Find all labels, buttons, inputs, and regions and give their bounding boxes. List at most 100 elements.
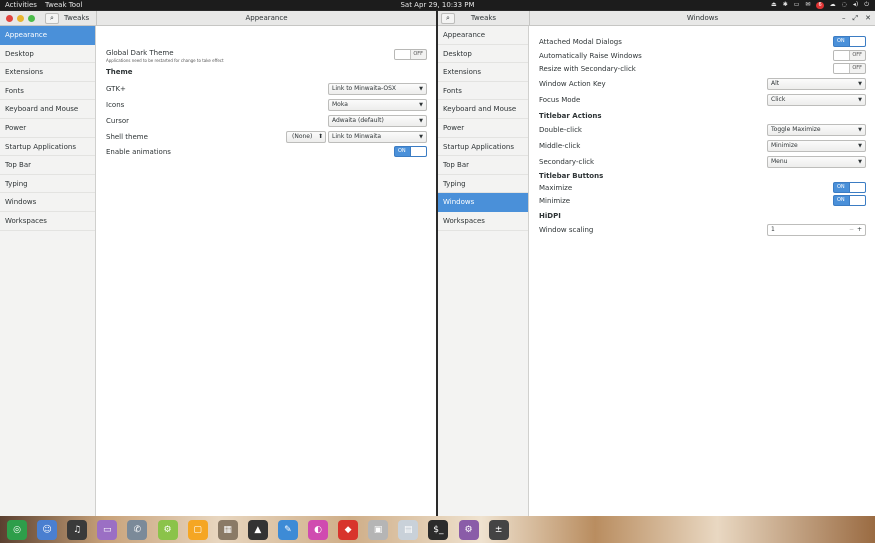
chevron-down-icon: ▼ bbox=[858, 143, 862, 149]
maximize-icon[interactable]: ⤢ bbox=[853, 11, 859, 26]
screenshot-icon[interactable]: ▤ bbox=[398, 520, 419, 540]
sidebar-item-keyboard-and-mouse[interactable]: Keyboard and Mouse bbox=[0, 100, 95, 119]
restart-note: Applications need to be restarted for ch… bbox=[106, 58, 224, 63]
files-icon[interactable]: ▭ bbox=[97, 520, 118, 540]
sidebar-item-typing[interactable]: Typing bbox=[0, 175, 95, 194]
calculator-icon[interactable]: ± bbox=[488, 520, 509, 540]
increment-icon: + bbox=[856, 226, 862, 233]
sidebar-item-keyboard-and-mouse[interactable]: Keyboard and Mouse bbox=[438, 100, 528, 119]
maximize-switch[interactable]: ON bbox=[833, 182, 866, 193]
action-key-select[interactable]: Alt ▼ bbox=[767, 78, 866, 90]
sidebar-item-appearance[interactable]: Appearance bbox=[438, 26, 528, 45]
inkscape-icon[interactable]: ▲ bbox=[247, 520, 268, 540]
secondary-click-select[interactable]: Menu ▼ bbox=[767, 156, 866, 168]
attached-modal-switch[interactable]: ON bbox=[833, 36, 866, 47]
maximize-icon[interactable] bbox=[28, 15, 35, 22]
sidebar-item-desktop[interactable]: Desktop bbox=[0, 45, 95, 64]
header-bar: ⌕ Tweaks Windows – ⤢ ✕ bbox=[438, 11, 875, 26]
sidebar-item-power[interactable]: Power bbox=[0, 119, 95, 138]
sidebar-item-top-bar[interactable]: Top Bar bbox=[0, 156, 95, 175]
sidebar-item-startup-applications[interactable]: Startup Applications bbox=[438, 138, 528, 157]
resize-secondary-switch[interactable]: OFF bbox=[833, 63, 866, 74]
double-click-label: Double-click bbox=[539, 126, 582, 134]
sidebar-item-workspaces[interactable]: Workspaces bbox=[438, 212, 528, 231]
focus-mode-row: Focus Mode Click ▼ bbox=[539, 93, 866, 107]
header-bar: ⌕ Tweaks Appearance bbox=[0, 11, 436, 26]
action-key-label: Window Action Key bbox=[539, 80, 606, 88]
focus-mode-select[interactable]: Click ▼ bbox=[767, 94, 866, 106]
auto-raise-switch[interactable]: OFF bbox=[833, 50, 866, 61]
terminal-icon[interactable]: $_ bbox=[428, 520, 449, 540]
keyboard-icon[interactable]: ▭ bbox=[794, 0, 800, 10]
secondary-click-label: Secondary-click bbox=[539, 158, 595, 166]
minimize-icon[interactable] bbox=[17, 15, 24, 22]
double-click-select[interactable]: Toggle Maximize ▼ bbox=[767, 124, 866, 136]
volume-icon[interactable]: ◂) bbox=[853, 0, 858, 10]
sidebar-item-startup-applications[interactable]: Startup Applications bbox=[0, 138, 95, 157]
chevron-down-icon: ▼ bbox=[858, 159, 862, 165]
sidebar-item-fonts[interactable]: Fonts bbox=[0, 82, 95, 101]
search-button[interactable]: ⌕ bbox=[45, 13, 59, 24]
minimize-row: Minimize ON bbox=[539, 194, 866, 208]
notification-badge[interactable]: 6 bbox=[816, 1, 824, 9]
gtk-theme-select[interactable]: Link to Minwaita-OSX ▼ bbox=[328, 83, 427, 95]
middle-click-select[interactable]: Minimize ▼ bbox=[767, 140, 866, 152]
maximize-row: Maximize ON bbox=[539, 181, 866, 195]
git-icon[interactable]: ◆ bbox=[338, 520, 359, 540]
music-icon[interactable]: ♫ bbox=[67, 520, 88, 540]
window-scaling-row: Window scaling 1− + bbox=[539, 223, 866, 237]
messenger-icon[interactable]: ☺ bbox=[37, 520, 58, 540]
sidebar-item-extensions[interactable]: Extensions bbox=[0, 63, 95, 82]
cursor-theme-select[interactable]: Adwaita (default) ▼ bbox=[328, 115, 427, 127]
sidebar-item-desktop[interactable]: Desktop bbox=[438, 45, 528, 64]
chevron-down-icon: ▼ bbox=[858, 127, 862, 133]
settings-icon[interactable]: ⚙ bbox=[458, 520, 479, 540]
middle-click-label: Middle-click bbox=[539, 142, 581, 150]
system-tray[interactable]: ⏏ ✱ ▭ ✉ 6 ☁ ◌ ◂) ⏻ bbox=[771, 0, 869, 10]
close-icon[interactable]: ✕ bbox=[865, 11, 871, 26]
bluetooth-icon[interactable]: ✱ bbox=[783, 0, 788, 10]
icon-theme-select[interactable]: Moka ▼ bbox=[328, 99, 427, 111]
android-icon[interactable]: ⚙ bbox=[157, 520, 178, 540]
chevron-down-icon: ▼ bbox=[419, 86, 423, 92]
clock[interactable]: Sat Apr 29, 10:33 PM bbox=[0, 0, 875, 10]
animations-row: Enable animations ON bbox=[106, 145, 427, 159]
sidebar: Appearance Desktop Extensions Fonts Keyboard… bbox=[438, 26, 529, 516]
sidebar-item-typing[interactable]: Typing bbox=[438, 175, 528, 194]
minimize-switch[interactable]: ON bbox=[833, 195, 866, 206]
chat-icon[interactable]: ☁ bbox=[830, 0, 836, 10]
sidebar-item-workspaces[interactable]: Workspaces bbox=[0, 212, 95, 231]
close-icon[interactable] bbox=[6, 15, 13, 22]
sidebar-item-power[interactable]: Power bbox=[438, 119, 528, 138]
sidebar-item-windows[interactable]: Windows bbox=[0, 193, 95, 212]
minimize-icon[interactable]: – bbox=[842, 11, 846, 26]
editor-icon[interactable]: ✎ bbox=[277, 520, 298, 540]
sidebar-item-fonts[interactable]: Fonts bbox=[438, 82, 528, 101]
photo-icon[interactable]: ▦ bbox=[217, 520, 238, 540]
network-icon[interactable]: ◌ bbox=[842, 0, 847, 10]
search-icon: ⌕ bbox=[50, 14, 54, 22]
power-icon[interactable]: ⏻ bbox=[864, 0, 869, 10]
eject-icon[interactable]: ⏏ bbox=[771, 0, 777, 10]
phone-icon[interactable]: ✆ bbox=[127, 520, 148, 540]
shell-theme-none-button[interactable]: (None) ⬆ bbox=[286, 131, 326, 143]
sidebar-item-extensions[interactable]: Extensions bbox=[438, 63, 528, 82]
middle-click-row: Middle-click Minimize ▼ bbox=[539, 139, 866, 153]
color-picker-icon[interactable]: ◐ bbox=[308, 520, 328, 540]
auto-raise-label: Automatically Raise Windows bbox=[539, 52, 642, 60]
sidebar-item-appearance[interactable]: Appearance bbox=[0, 26, 95, 45]
mail-icon[interactable]: ✉ bbox=[805, 0, 810, 10]
gtk-label: GTK+ bbox=[106, 85, 126, 93]
global-dark-theme-label: Global Dark Theme bbox=[106, 49, 174, 57]
animations-switch[interactable]: ON bbox=[394, 146, 427, 157]
tweaks-window-appearance: ⌕ Tweaks Appearance Appearance Desktop Ext… bbox=[0, 11, 436, 516]
window-scaling-spinner[interactable]: 1− + bbox=[767, 224, 866, 236]
sidebar-title: Tweaks bbox=[470, 14, 497, 22]
shell-theme-select[interactable]: Link to Minwaita ▼ bbox=[328, 131, 427, 143]
global-dark-theme-switch[interactable]: OFF bbox=[394, 49, 427, 60]
chrome-icon[interactable]: ◎ bbox=[7, 520, 27, 540]
box-icon[interactable]: ▢ bbox=[187, 520, 208, 540]
vm-icon[interactable]: ▣ bbox=[368, 520, 389, 540]
sidebar-item-top-bar[interactable]: Top Bar bbox=[438, 156, 528, 175]
sidebar-item-windows[interactable]: Windows bbox=[438, 193, 528, 212]
